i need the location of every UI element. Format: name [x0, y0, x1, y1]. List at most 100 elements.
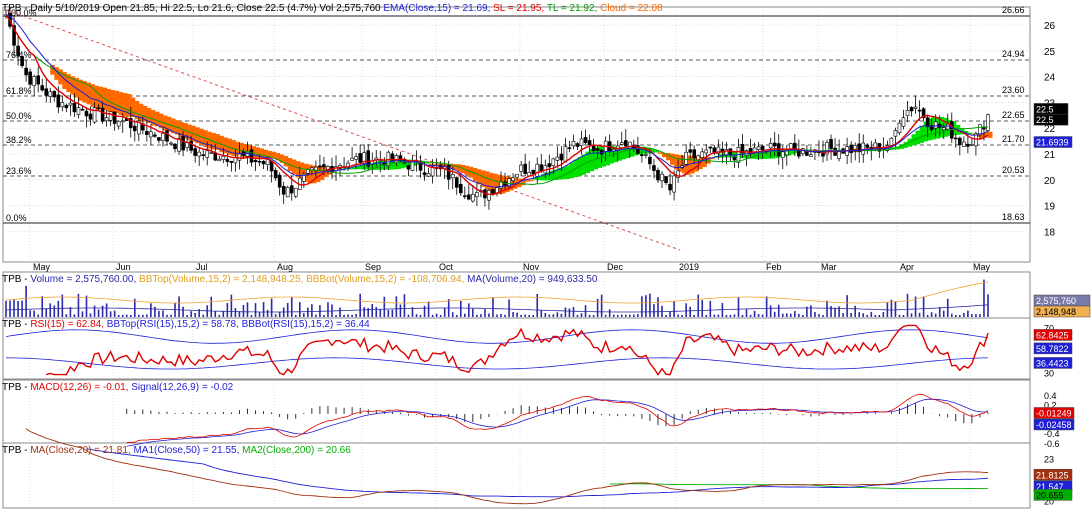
- volume-bar: [592, 314, 595, 317]
- volume-bar: [910, 313, 913, 317]
- candle-body: [660, 173, 664, 182]
- candle-body: [954, 137, 958, 140]
- volume-bar: [540, 310, 543, 317]
- month-label: Mar: [821, 262, 837, 272]
- macd-header: TPB - MACD(12,26) = -0.01, Signal(12,26,…: [2, 382, 234, 393]
- price-tick-label: 18: [1044, 227, 1056, 238]
- volume-bar: [154, 306, 156, 317]
- candle-body: [426, 173, 431, 177]
- candle-body: [32, 76, 36, 86]
- volume-bar: [584, 305, 587, 317]
- candle-body: [237, 153, 242, 161]
- cloud-segment: [118, 92, 124, 116]
- volume-bar: [568, 308, 571, 317]
- volume-header: TPB - Volume = 2,575,760.00, BBTop(Volum…: [2, 274, 598, 285]
- volume-bar: [765, 296, 768, 317]
- volume-bar: [85, 295, 88, 317]
- volume-bar: [226, 303, 229, 317]
- candle-body: [901, 117, 906, 127]
- candle-body: [692, 149, 697, 159]
- volume-bar: [472, 308, 474, 317]
- volume-bar: [902, 314, 905, 317]
- volume-bar: [194, 312, 196, 317]
- volume-bar: [146, 314, 148, 317]
- cloud-segment: [476, 169, 482, 185]
- rsi-bbbot-line: [5, 357, 988, 370]
- candle-body: [648, 156, 652, 165]
- volume-bar: [41, 296, 44, 317]
- month-label: May: [33, 262, 51, 272]
- month-label: May: [973, 262, 991, 272]
- volume-bar: [363, 307, 365, 317]
- candle-body: [780, 151, 785, 158]
- candle-body: [704, 149, 709, 154]
- volume-bar: [950, 313, 953, 317]
- volume-bar: [898, 314, 901, 317]
- candle-body: [104, 117, 109, 122]
- candle-body: [249, 149, 254, 163]
- volume-bar: [97, 309, 100, 317]
- volume-bar: [693, 314, 696, 317]
- month-label: 2019: [679, 262, 699, 272]
- volume-bar: [9, 300, 11, 317]
- volume-bar: [21, 300, 23, 317]
- candle-body: [310, 167, 314, 171]
- volume-bar: [399, 304, 402, 317]
- volume-bar: [983, 279, 985, 317]
- candle-body: [16, 45, 20, 57]
- rsi-line: [46, 324, 989, 376]
- macd-tick-label: -0.6: [1044, 439, 1060, 449]
- volume-bar: [922, 296, 925, 317]
- price-gridlines: [3, 7, 1030, 508]
- volume-bar: [967, 310, 969, 317]
- candle-body: [760, 145, 765, 151]
- macd-line: [126, 393, 989, 443]
- rsi-badge: 62.8425: [1036, 330, 1069, 340]
- candle-body: [970, 144, 974, 146]
- tl-line: [5, 14, 989, 186]
- ma-tick-label: 23: [1044, 455, 1054, 465]
- volume-bar: [202, 314, 205, 317]
- candle-body: [700, 151, 705, 158]
- rsi-panel[interactable]: 705030 62.842558.782236.4423 TPB - RSI(1…: [2, 319, 1073, 378]
- volume-bar: [327, 302, 329, 317]
- rsi-bbbot-badge: 36.4423: [1036, 358, 1069, 368]
- volume-badge: 2,575,760: [1036, 296, 1076, 306]
- volume-bar: [431, 314, 434, 317]
- trend-line[interactable]: [5, 9, 681, 251]
- volume-bar: [459, 300, 462, 317]
- volume-bar: [600, 294, 603, 317]
- candle-body: [72, 103, 77, 113]
- price-tick-label: 20: [1044, 176, 1056, 187]
- volume-bar: [311, 304, 313, 317]
- volume-bar: [548, 314, 551, 317]
- candle-body: [909, 107, 914, 112]
- candle-body: [519, 164, 523, 172]
- volume-bar: [769, 305, 772, 317]
- price-axis: 262524232221201918: [1044, 21, 1056, 238]
- candle-body: [688, 149, 692, 153]
- candle-body: [941, 127, 946, 131]
- candle-body: [696, 155, 701, 161]
- candle-body: [897, 122, 902, 134]
- candle-body: [165, 130, 169, 142]
- candle-body: [261, 160, 266, 165]
- candle-body: [475, 192, 479, 198]
- volume-bar: [681, 314, 683, 317]
- volume-bar: [162, 310, 164, 317]
- candle-body: [422, 172, 427, 175]
- volume-bar: [500, 313, 502, 317]
- volume-bar: [81, 311, 84, 317]
- close-badge: 22.5: [1036, 104, 1054, 114]
- volume-panel[interactable]: 2,575,7602,148,948 TPB - Volume = 2,575,…: [2, 274, 1091, 318]
- fib-percent-label: 23.6%: [6, 166, 32, 176]
- candle-body: [149, 131, 153, 138]
- volume-bar: [343, 314, 345, 317]
- candle-body: [595, 148, 600, 151]
- macd-panel[interactable]: 0.40.2-0.2-0.4-0.6 -0.01249-0.02458 TPB …: [2, 382, 1075, 449]
- candle-body: [684, 151, 688, 165]
- price-panel[interactable]: 100.0%26.6676.4%24.9461.8%23.6050.0%22.6…: [2, 3, 1073, 508]
- volume-bar: [834, 307, 836, 317]
- volume-bar: [186, 314, 188, 317]
- candle-body: [487, 189, 491, 201]
